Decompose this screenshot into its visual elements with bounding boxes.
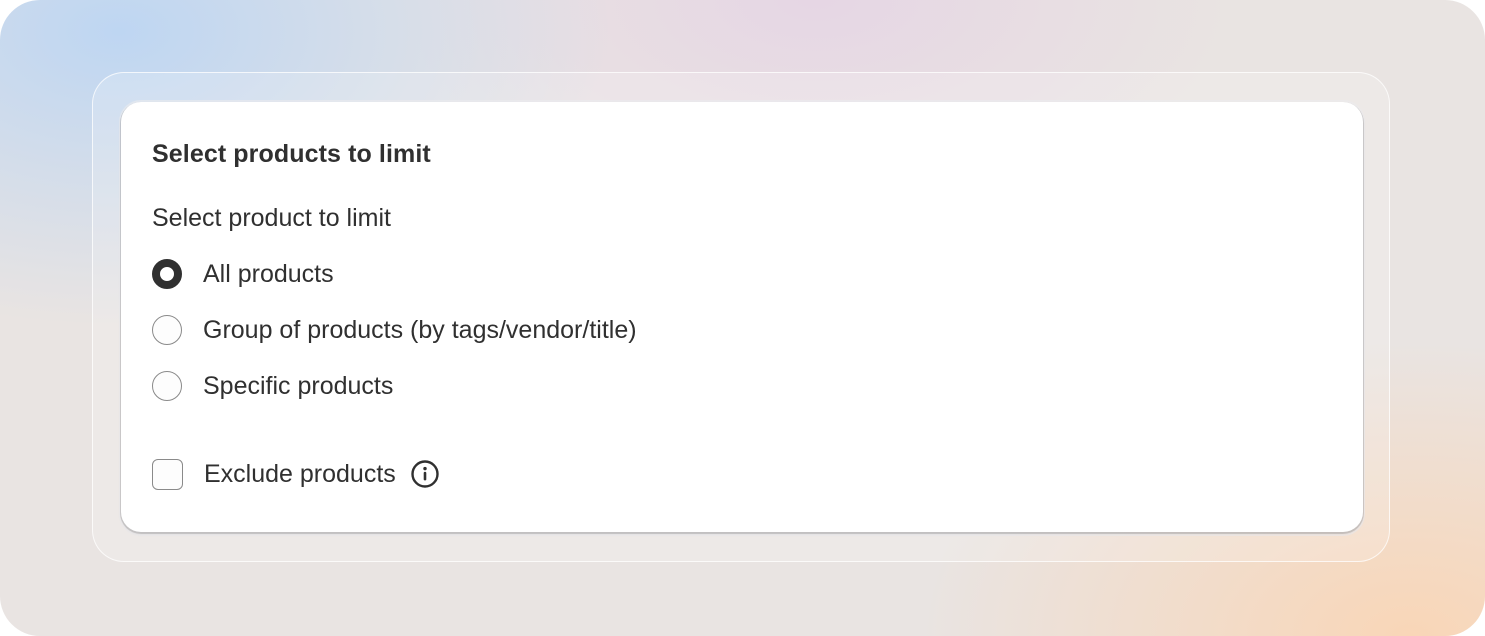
radio-specific-products[interactable] (152, 371, 182, 401)
radio-all-products[interactable] (152, 259, 182, 289)
radio-label-group-of-products[interactable]: Group of products (by tags/vendor/title) (203, 316, 637, 345)
card-title: Select products to limit (152, 140, 431, 168)
radio-option-all-products[interactable]: All products (152, 257, 334, 291)
info-icon[interactable] (410, 459, 440, 489)
checkbox-label-exclude-products[interactable]: Exclude products (204, 460, 396, 489)
checkbox-option-exclude-products[interactable]: Exclude products (152, 457, 440, 491)
radio-label-all-products[interactable]: All products (203, 260, 334, 289)
radio-option-group-of-products[interactable]: Group of products (by tags/vendor/title) (152, 313, 637, 347)
radio-group-label: Select product to limit (152, 204, 391, 232)
radio-group-of-products[interactable] (152, 315, 182, 345)
radio-label-specific-products[interactable]: Specific products (203, 372, 393, 401)
product-limit-card: Select products to limit Select product … (121, 102, 1363, 532)
checkbox-exclude-products[interactable] (152, 458, 183, 490)
radio-option-specific-products[interactable]: Specific products (152, 369, 393, 403)
